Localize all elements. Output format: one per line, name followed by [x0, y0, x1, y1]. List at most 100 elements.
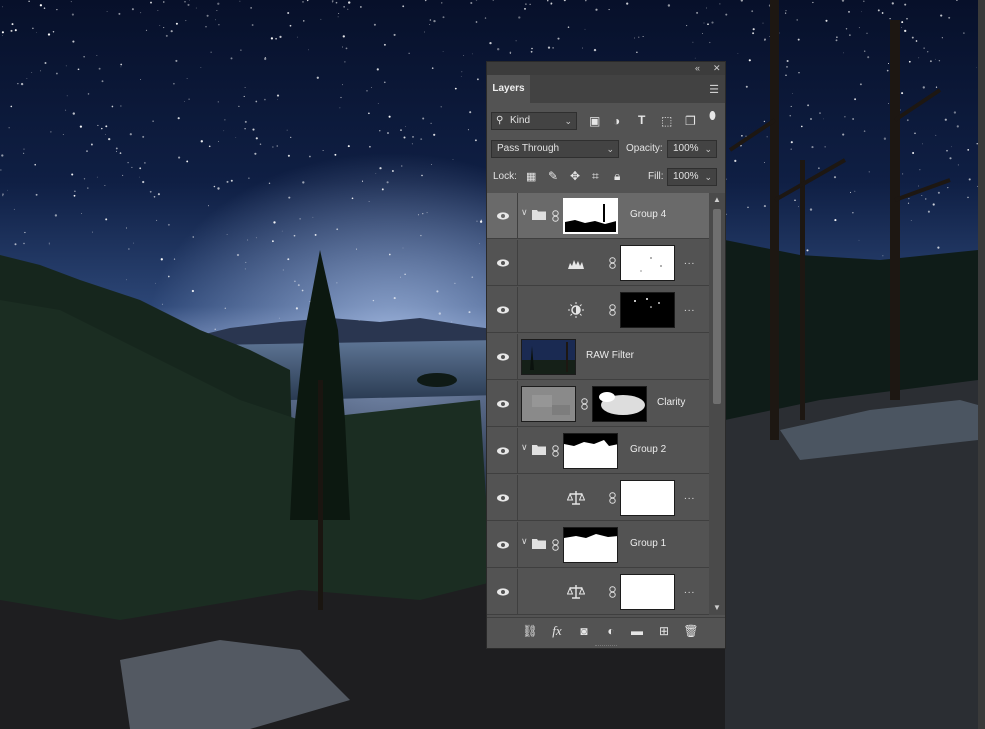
star — [429, 19, 432, 21]
more-options-icon[interactable]: ... — [684, 256, 695, 267]
visibility-eye-icon[interactable] — [496, 444, 510, 458]
layer-row-color-balance-1[interactable]: ... — [487, 475, 709, 521]
layer-name[interactable]: Clarity — [657, 397, 685, 408]
star — [17, 83, 19, 85]
more-options-icon[interactable]: ... — [684, 303, 695, 314]
link-icon[interactable] — [581, 398, 588, 410]
layer-row-raw-filter[interactable]: RAW Filter — [487, 334, 709, 380]
layer-row-color-balance-2[interactable]: ... — [487, 569, 709, 615]
link-icon[interactable] — [609, 492, 616, 504]
mask-thumbnail[interactable] — [563, 527, 618, 563]
visibility-eye-icon[interactable] — [496, 256, 510, 270]
panel-title-bar[interactable]: « ✕ — [487, 62, 725, 75]
star — [823, 118, 824, 120]
link-layers-icon[interactable]: ⛓ — [522, 623, 538, 639]
filter-smart-object-icon[interactable]: ❐ — [685, 114, 696, 128]
layer-thumbnail[interactable] — [521, 386, 576, 422]
layer-thumbnail[interactable] — [521, 339, 576, 375]
panel-resize-grip[interactable] — [595, 645, 617, 648]
star — [402, 247, 404, 249]
filter-type-icon[interactable]: T — [638, 113, 645, 127]
adjustment-icon[interactable]: ◐ — [603, 623, 619, 639]
link-icon[interactable] — [609, 586, 616, 598]
visibility-eye-icon[interactable] — [496, 397, 510, 411]
chevron-down-icon[interactable]: ⌄ — [704, 141, 712, 157]
layer-row-clarity[interactable]: Clarity — [487, 381, 709, 427]
star — [287, 258, 290, 261]
tab-layers[interactable]: Layers — [487, 75, 530, 103]
layer-name[interactable]: RAW Filter — [586, 350, 634, 361]
visibility-eye-icon[interactable] — [496, 538, 510, 552]
scroll-thumb[interactable] — [713, 209, 721, 404]
new-layer-icon[interactable]: ⊞ — [656, 623, 672, 639]
link-icon[interactable] — [552, 539, 559, 551]
filter-kind-select[interactable]: ⚲ Kind ⌄ — [491, 112, 577, 130]
layer-row-group-1[interactable]: ∨ Group 1 — [487, 522, 709, 568]
layer-row-levels[interactable]: ... — [487, 240, 709, 286]
star — [226, 180, 229, 183]
star — [73, 194, 76, 197]
close-icon[interactable]: ✕ — [713, 62, 721, 75]
blend-mode-select[interactable]: Pass Through ⌄ — [491, 140, 619, 158]
new-group-icon[interactable]: ▬ — [629, 623, 645, 639]
fx-icon[interactable]: fx — [549, 623, 565, 639]
lock-brush-icon[interactable]: ✎ — [548, 169, 558, 183]
fill-field[interactable]: 100% ⌄ — [667, 168, 717, 186]
link-icon[interactable] — [552, 445, 559, 457]
chevron-down-icon[interactable]: ∨ — [521, 207, 528, 218]
double-chevron-left-icon[interactable]: « — [695, 62, 700, 75]
delete-icon[interactable]: 🗑︎ — [683, 623, 699, 639]
visibility-eye-icon[interactable] — [496, 209, 510, 223]
lock-transparent-icon[interactable]: ▦ — [526, 170, 536, 183]
mask-thumbnail[interactable] — [620, 574, 675, 610]
add-mask-icon[interactable]: ◙ — [576, 623, 592, 639]
lock-all-icon[interactable]: 🔒︎ — [614, 169, 620, 184]
mask-thumbnail[interactable] — [620, 292, 675, 328]
star — [186, 160, 189, 163]
star — [811, 146, 814, 149]
filter-pixel-icon[interactable]: ▣ — [589, 114, 600, 128]
lock-artboard-icon[interactable]: ⌗ — [592, 169, 599, 184]
chevron-down-icon[interactable]: ⌄ — [704, 169, 712, 185]
visibility-eye-icon[interactable] — [496, 491, 510, 505]
star — [745, 85, 748, 88]
link-icon[interactable] — [609, 304, 616, 316]
star — [44, 62, 47, 64]
star — [97, 124, 99, 126]
panel-menu-icon[interactable]: ☰ — [709, 83, 719, 96]
star — [14, 29, 17, 32]
visibility-eye-icon[interactable] — [496, 350, 510, 364]
star — [188, 98, 190, 100]
layer-row-brightness[interactable]: ... — [487, 287, 709, 333]
scroll-down-icon[interactable]: ▼ — [713, 603, 721, 612]
mask-thumbnail[interactable] — [563, 198, 618, 234]
layer-name[interactable]: Group 1 — [630, 538, 666, 549]
layer-name[interactable]: Group 4 — [630, 209, 666, 220]
layer-list-scrollbar[interactable]: ▲ ▼ — [709, 193, 725, 615]
chevron-down-icon[interactable]: ∨ — [521, 536, 528, 547]
star — [550, 2, 553, 5]
link-icon[interactable] — [609, 257, 616, 269]
mask-thumbnail[interactable] — [620, 245, 675, 281]
visibility-eye-icon[interactable] — [496, 585, 510, 599]
visibility-eye-icon[interactable] — [496, 303, 510, 317]
layer-row-group-4[interactable]: ∨ Group 4 — [487, 193, 709, 239]
mask-thumbnail[interactable] — [592, 386, 647, 422]
more-options-icon[interactable]: ... — [684, 585, 695, 596]
link-icon[interactable] — [552, 210, 559, 222]
scroll-up-icon[interactable]: ▲ — [713, 195, 721, 204]
filter-adjustment-icon[interactable]: ◑ — [613, 114, 620, 128]
more-options-icon[interactable]: ... — [684, 491, 695, 502]
opacity-field[interactable]: 100% ⌄ — [667, 140, 717, 158]
layer-name[interactable]: Group 2 — [630, 444, 666, 455]
star — [259, 143, 262, 146]
star — [2, 34, 3, 36]
layer-row-group-2[interactable]: ∨ Group 2 — [487, 428, 709, 474]
chevron-down-icon[interactable]: ∨ — [521, 442, 528, 453]
filter-shape-icon[interactable]: ⬚ — [661, 114, 672, 128]
mask-thumbnail[interactable] — [563, 433, 618, 469]
filter-toggle-icon[interactable]: ⬮ — [709, 110, 716, 123]
lock-position-icon[interactable]: ✥ — [570, 169, 580, 183]
star — [144, 162, 146, 164]
mask-thumbnail[interactable] — [620, 480, 675, 516]
